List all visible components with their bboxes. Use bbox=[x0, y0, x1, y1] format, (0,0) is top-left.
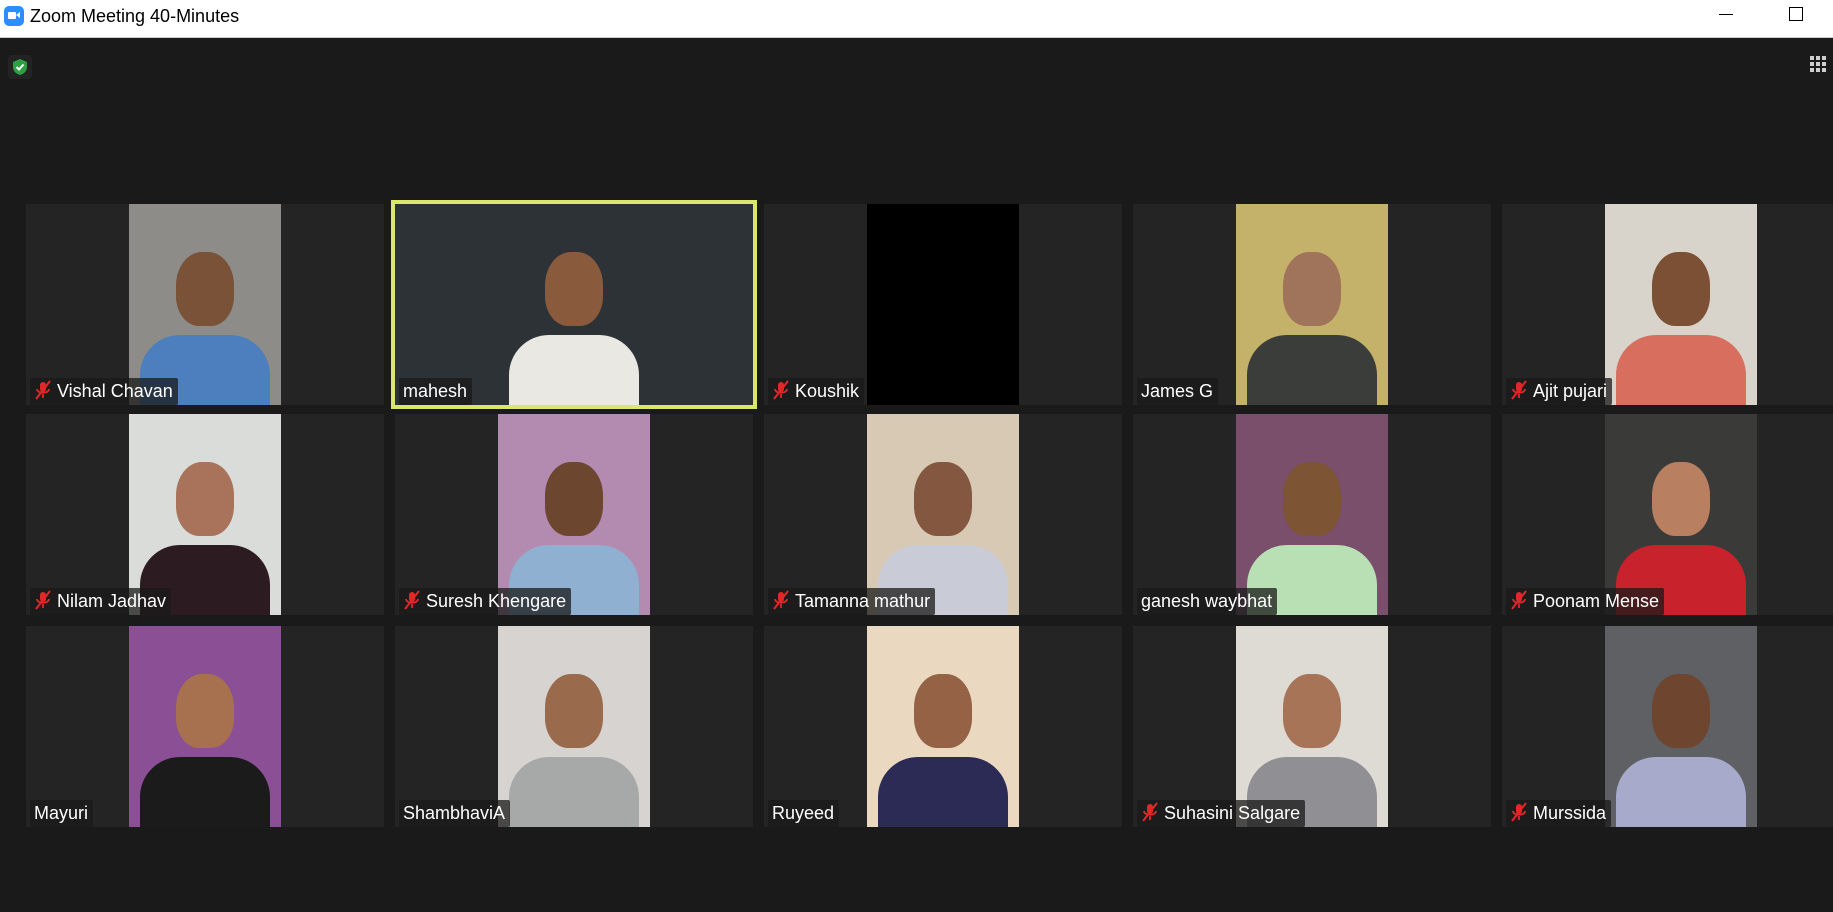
participant-name-tag: Nilam Jadhav bbox=[30, 588, 172, 615]
minimize-button[interactable] bbox=[1705, 0, 1745, 32]
participant-name-tag: Murssida bbox=[1506, 800, 1612, 827]
participant-face bbox=[1652, 252, 1710, 326]
participant-tile[interactable]: ganesh waybhat bbox=[1133, 414, 1491, 615]
participant-name: ganesh waybhat bbox=[1141, 591, 1273, 611]
participant-name: Vishal Chavan bbox=[57, 381, 173, 401]
participant-body bbox=[1247, 335, 1377, 405]
participant-video bbox=[395, 204, 753, 405]
participant-face bbox=[176, 462, 234, 536]
participant-video bbox=[867, 414, 1019, 615]
mic-muted-icon bbox=[1510, 802, 1528, 822]
participant-face bbox=[914, 674, 972, 748]
participant-name: Ruyeed bbox=[772, 803, 835, 823]
participant-name: Murssida bbox=[1533, 803, 1607, 823]
gallery-view-icon[interactable] bbox=[1808, 52, 1833, 74]
participant-video bbox=[867, 626, 1019, 827]
mic-muted-icon bbox=[34, 590, 52, 610]
participant-face bbox=[1652, 674, 1710, 748]
mic-muted-icon bbox=[1510, 590, 1528, 610]
mic-muted-icon bbox=[34, 380, 52, 400]
participant-video bbox=[1605, 626, 1757, 827]
participant-face bbox=[914, 462, 972, 536]
participant-name-tag: Vishal Chavan bbox=[30, 378, 178, 405]
mic-muted-icon bbox=[772, 590, 790, 610]
participant-face bbox=[545, 462, 603, 536]
participant-face bbox=[1283, 462, 1341, 536]
participant-name-tag: ganesh waybhat bbox=[1137, 588, 1278, 615]
participant-name-tag: Poonam Mense bbox=[1506, 588, 1665, 615]
participant-face bbox=[1283, 252, 1341, 326]
participant-tile[interactable]: ShambhaviA bbox=[395, 626, 753, 827]
participant-name-tag: Mayuri bbox=[30, 800, 94, 827]
participant-name-tag: James G bbox=[1137, 378, 1219, 405]
participant-name-tag: Suresh Khengare bbox=[399, 588, 572, 615]
participant-tile[interactable]: Nilam Jadhav bbox=[26, 414, 384, 615]
participant-name: James G bbox=[1141, 381, 1214, 401]
participant-body bbox=[878, 757, 1008, 827]
participant-tile[interactable]: Mayuri bbox=[26, 626, 384, 827]
participant-name-tag: mahesh bbox=[399, 378, 473, 405]
participant-video bbox=[1605, 204, 1757, 405]
participant-video bbox=[498, 414, 650, 615]
encryption-shield-icon[interactable] bbox=[8, 55, 32, 79]
participant-name: ShambhaviA bbox=[403, 803, 506, 823]
participant-body bbox=[1616, 757, 1746, 827]
window-title: Zoom Meeting 40-Minutes bbox=[30, 6, 240, 26]
window-titlebar: Zoom Meeting 40-Minutes bbox=[0, 0, 1833, 38]
zoom-camera-icon bbox=[4, 6, 24, 26]
participant-body bbox=[1616, 335, 1746, 405]
participant-face bbox=[1652, 462, 1710, 536]
participant-name: Koushik bbox=[795, 381, 860, 401]
participant-video bbox=[1236, 414, 1388, 615]
participant-tile[interactable]: Suhasini Salgare bbox=[1133, 626, 1491, 827]
participant-name: Tamanna mathur bbox=[795, 591, 931, 611]
participant-face bbox=[176, 252, 234, 326]
participant-tile[interactable]: Vishal Chavan bbox=[26, 204, 384, 405]
participant-body bbox=[509, 335, 639, 405]
participant-tile[interactable]: James G bbox=[1133, 204, 1491, 405]
participant-video bbox=[129, 626, 281, 827]
participant-name: Suhasini Salgare bbox=[1164, 803, 1301, 823]
participant-tile[interactable]: Murssida bbox=[1502, 626, 1833, 827]
participant-name-tag: Ajit pujari bbox=[1506, 378, 1613, 405]
participant-name-tag: Ruyeed bbox=[768, 800, 840, 827]
participant-face bbox=[545, 674, 603, 748]
participant-tile[interactable]: Poonam Mense bbox=[1502, 414, 1833, 615]
participant-tile[interactable]: Ruyeed bbox=[764, 626, 1122, 827]
participant-name-tag: ShambhaviA bbox=[399, 800, 511, 827]
participant-video bbox=[1236, 204, 1388, 405]
maximize-button[interactable] bbox=[1775, 0, 1815, 32]
mic-muted-icon bbox=[403, 590, 421, 610]
participant-face bbox=[1283, 674, 1341, 748]
participant-video bbox=[498, 626, 650, 827]
participant-body bbox=[509, 757, 639, 827]
participant-face bbox=[545, 252, 603, 326]
participant-name: Poonam Mense bbox=[1533, 591, 1660, 611]
participant-name: Suresh Khengare bbox=[426, 591, 567, 611]
participant-tile[interactable]: Ajit pujari bbox=[1502, 204, 1833, 405]
participant-name: Ajit pujari bbox=[1533, 381, 1608, 401]
participant-video bbox=[1605, 414, 1757, 615]
mic-muted-icon bbox=[1510, 380, 1528, 400]
participant-tile[interactable]: Suresh Khengare bbox=[395, 414, 753, 615]
participant-name-tag: Tamanna mathur bbox=[768, 588, 936, 615]
participant-video bbox=[867, 204, 1019, 405]
participant-name-tag: Koushik bbox=[768, 378, 865, 405]
participant-tile[interactable]: mahesh bbox=[391, 200, 757, 409]
mic-muted-icon bbox=[772, 380, 790, 400]
participant-name: Mayuri bbox=[34, 803, 89, 823]
participant-face bbox=[176, 674, 234, 748]
participant-tile[interactable]: Koushik bbox=[764, 204, 1122, 405]
mic-muted-icon bbox=[1141, 802, 1159, 822]
participant-video bbox=[129, 204, 281, 405]
participant-name: Nilam Jadhav bbox=[57, 591, 167, 611]
participant-name-tag: Suhasini Salgare bbox=[1137, 800, 1306, 827]
participant-video bbox=[129, 414, 281, 615]
participant-video bbox=[1236, 626, 1388, 827]
participant-tile[interactable]: Tamanna mathur bbox=[764, 414, 1122, 615]
participant-name: mahesh bbox=[403, 381, 468, 401]
participant-body bbox=[140, 757, 270, 827]
